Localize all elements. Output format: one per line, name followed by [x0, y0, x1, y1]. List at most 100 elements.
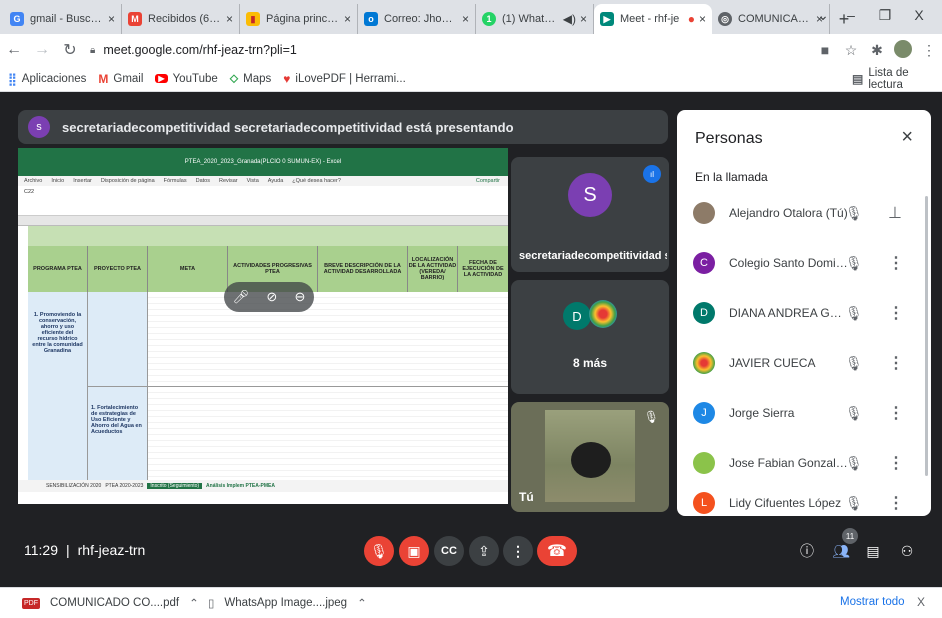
chat-icon: ▤: [866, 542, 880, 559]
participant-row[interactable]: C Colegio Santo Domingo S... 🎙︎ ⋮: [677, 238, 917, 288]
participant-row[interactable]: J Jorge Sierra 🎙︎ ⋮: [677, 388, 917, 438]
close-tab-icon[interactable]: ×: [462, 12, 469, 26]
more-vert-icon[interactable]: ⋮: [888, 493, 904, 513]
excel-menu-item[interactable]: Ayuda: [268, 178, 284, 184]
ilovepdf-icon: ♥: [283, 71, 291, 86]
reading-list-button[interactable]: ▤ Lista de lectura: [852, 67, 930, 91]
restore-button[interactable]: ❐: [866, 0, 904, 30]
sheet-tab[interactable]: Análisis Implem PTEA-PMEA: [206, 483, 275, 489]
excel-share-button[interactable]: Compartir: [476, 178, 500, 184]
activities-button[interactable]: ⚇: [892, 536, 922, 566]
more-icon[interactable]: ⊖: [294, 289, 305, 305]
more-vert-icon[interactable]: ⋮: [888, 403, 904, 423]
chat-button[interactable]: ▤: [858, 536, 888, 566]
formula-bar[interactable]: C22: [18, 186, 508, 216]
more-options-button[interactable]: ⋮: [503, 536, 533, 566]
browser-tab[interactable]: MRecibidos (650) -×: [122, 4, 240, 34]
people-panel-title: Personas: [695, 130, 763, 147]
more-vert-icon[interactable]: ⋮: [888, 253, 904, 273]
maps-icon: ⬦: [229, 71, 239, 85]
close-downloads-button[interactable]: X: [917, 595, 925, 609]
excel-menu-item[interactable]: Disposición de página: [101, 178, 155, 184]
bookmark-youtube[interactable]: ▶ YouTube: [155, 73, 218, 85]
browser-menu-icon[interactable]: ⋮: [916, 42, 942, 59]
mic-toggle-button[interactable]: 🎙︎: [364, 536, 394, 566]
bookmark-ilovepdf[interactable]: ♥ iLovePDF | Herrami...: [283, 72, 405, 86]
more-participants-tile[interactable]: D 8 más: [511, 280, 669, 394]
browser-tab[interactable]: Ggmail - Buscar co×: [4, 4, 122, 34]
close-tab-icon[interactable]: ×: [580, 12, 587, 26]
sheet-tab[interactable]: SENSIBILIZACIÓN 2020: [46, 483, 101, 489]
mute-icon[interactable]: ⊘: [266, 289, 277, 305]
excel-menu-item[interactable]: Datos: [196, 178, 210, 184]
avatar[interactable]: [890, 39, 916, 61]
more-vert-icon[interactable]: ⋮: [888, 453, 904, 473]
browser-tab[interactable]: 1 (1) WhatsAp ◀) ×: [476, 4, 594, 34]
participant-row[interactable]: L Lidy Cifuentes López 🎙︎ ⋮: [677, 478, 917, 516]
bookmark-star-icon[interactable]: ☆: [838, 42, 864, 59]
bookmark-gmail[interactable]: M Gmail: [98, 72, 143, 86]
close-icon[interactable]: ×: [901, 126, 913, 149]
camera-in-use-icon[interactable]: ■: [812, 42, 838, 58]
sheet-tab[interactable]: PTEA 2020-2023: [105, 483, 143, 489]
url-field[interactable]: 🔒︎ meet.google.com/rhf-jeaz-trn?pli=1: [90, 38, 812, 62]
leave-call-button[interactable]: ☎︎: [537, 536, 577, 566]
download-item[interactable]: ▯ WhatsApp Image....jpeg ⌃: [208, 596, 388, 610]
mic-off-icon[interactable]: 🎤︎: [233, 289, 250, 305]
close-tab-icon[interactable]: ×: [108, 12, 115, 26]
meet-icon: ▶: [600, 12, 614, 26]
sheet-tab[interactable]: Inscrito (Seguimiento): [147, 483, 203, 489]
participant-row[interactable]: D DIANA ANDREA GUERRE... 🎙︎ ⋮: [677, 288, 917, 338]
chevron-up-icon[interactable]: ⌃: [189, 596, 199, 610]
participant-avatar: [589, 300, 617, 328]
present-button[interactable]: ⇪: [469, 536, 499, 566]
bookmark-apps[interactable]: ⣿ Aplicaciones: [8, 72, 86, 86]
more-vert-icon[interactable]: ⋮: [888, 303, 904, 323]
browser-tab-active[interactable]: ▶ Meet - rhf-je ● ×: [594, 4, 712, 34]
show-all-button[interactable]: Mostrar todo: [840, 596, 905, 608]
gmail-icon: M: [128, 12, 142, 26]
captions-button[interactable]: CC: [434, 536, 464, 566]
sheet-cell: [88, 292, 148, 387]
browser-tab[interactable]: o Correo: Jhon Ale ×: [358, 4, 476, 34]
excel-menu-item[interactable]: Revisar: [219, 178, 238, 184]
more-vert-icon[interactable]: ⋮: [888, 353, 904, 373]
close-tab-icon[interactable]: ×: [226, 12, 233, 26]
excel-title-bar: PTEA_2020_2023_Granada(PLCIO 0 SUMUN-EX)…: [18, 148, 508, 176]
close-tab-icon[interactable]: ×: [344, 12, 351, 26]
participant-row[interactable]: JAVIER CUECA 🎙︎ ⋮: [677, 338, 917, 388]
excel-menu-item[interactable]: Fórmulas: [164, 178, 187, 184]
panel-scrollbar[interactable]: [925, 196, 928, 476]
camera-toggle-button[interactable]: ▣: [399, 536, 429, 566]
pin-icon[interactable]: ⊥: [888, 203, 902, 223]
whatsapp-icon: 1: [482, 12, 496, 26]
close-tab-icon[interactable]: ×: [699, 12, 706, 26]
chevron-up-icon[interactable]: ⌃: [357, 596, 367, 610]
minimize-button[interactable]: –: [832, 0, 870, 30]
back-arrow-icon[interactable]: ←: [0, 41, 28, 59]
presenter-tile-avatar: S: [568, 173, 612, 217]
avatar: J: [693, 402, 715, 424]
presenter-tile[interactable]: S ıl secretariadecompetitividad s...: [511, 157, 669, 272]
excel-menu-item[interactable]: Vista: [247, 178, 259, 184]
bookmark-maps[interactable]: ⬦ Maps: [230, 71, 272, 86]
close-window-button[interactable]: X: [900, 0, 938, 30]
meeting-details-button[interactable]: ⓘ: [792, 536, 822, 566]
extensions-icon[interactable]: ✱: [864, 42, 890, 59]
download-item[interactable]: PDF COMUNICADO CO....pdf ⌃: [22, 596, 202, 610]
in-call-section-label: En la llamada: [695, 170, 768, 184]
excel-menu-item[interactable]: Inicio: [51, 178, 64, 184]
column-headers: [18, 216, 508, 226]
apps-grid-icon: ⣿: [8, 71, 17, 86]
forward-arrow-icon[interactable]: →: [28, 41, 56, 59]
excel-menu-item[interactable]: ¿Qué desea hacer?: [292, 178, 341, 184]
excel-menu-item[interactable]: Insertar: [73, 178, 92, 184]
reload-icon[interactable]: ↻: [56, 40, 84, 60]
audio-playing-icon[interactable]: ◀): [563, 12, 576, 26]
browser-tab[interactable]: ▮ Página principal ×: [240, 4, 358, 34]
people-panel: Personas × En la llamada Alejandro Otalo…: [677, 110, 931, 516]
mic-off-icon: 🎙︎: [845, 304, 863, 321]
participant-row[interactable]: Alejandro Otalora (Tú) 🎙︎ ⊥: [677, 188, 917, 238]
excel-menu-item[interactable]: Archivo: [24, 178, 42, 184]
self-video-tile[interactable]: 🎙︎ Tú: [511, 402, 669, 512]
